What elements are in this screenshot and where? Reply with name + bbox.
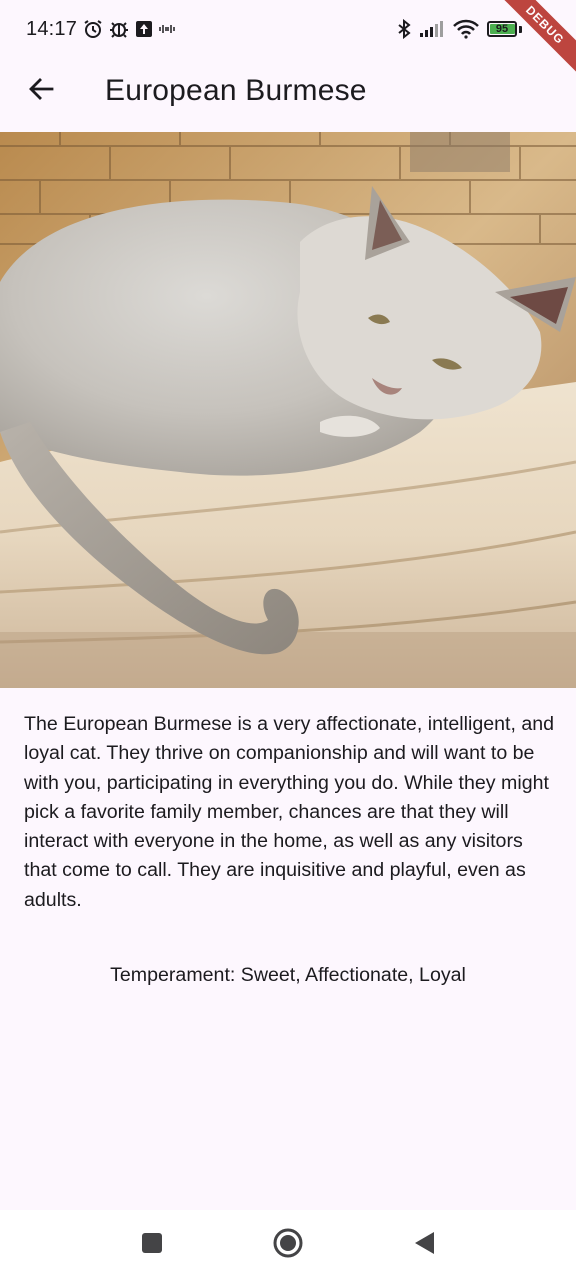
arrow-left-icon xyxy=(27,75,55,108)
battery-level: 95 xyxy=(495,23,509,35)
triangle-back-icon xyxy=(413,1231,435,1260)
recents-button[interactable] xyxy=(130,1223,174,1267)
alarm-icon xyxy=(83,19,103,39)
status-left-group: 14:17 xyxy=(26,18,175,41)
breed-description: The European Burmese is a very affection… xyxy=(24,713,555,911)
battery-cap xyxy=(519,25,522,33)
upload-icon xyxy=(135,20,153,38)
bug-icon xyxy=(109,19,129,39)
back-nav-button[interactable] xyxy=(402,1223,446,1267)
status-time: 14:17 xyxy=(26,17,78,40)
status-bar: 14:17 95 xyxy=(0,0,576,58)
bluetooth-icon xyxy=(397,19,411,39)
cat-photo xyxy=(0,132,576,688)
system-navigation-bar xyxy=(0,1210,576,1280)
square-icon xyxy=(141,1232,163,1259)
signal-icon xyxy=(419,20,445,38)
breed-temperament: Temperament: Sweet, Affectionate, Loyal xyxy=(110,964,466,986)
back-button[interactable] xyxy=(13,63,69,119)
app-bar: European Burmese xyxy=(0,58,576,124)
home-button[interactable] xyxy=(266,1223,310,1267)
wifi-icon xyxy=(453,19,479,39)
page-title: European Burmese xyxy=(105,74,367,107)
circle-icon xyxy=(273,1228,303,1263)
vibrate-icon xyxy=(159,23,175,35)
battery-icon: 95 xyxy=(487,21,517,37)
